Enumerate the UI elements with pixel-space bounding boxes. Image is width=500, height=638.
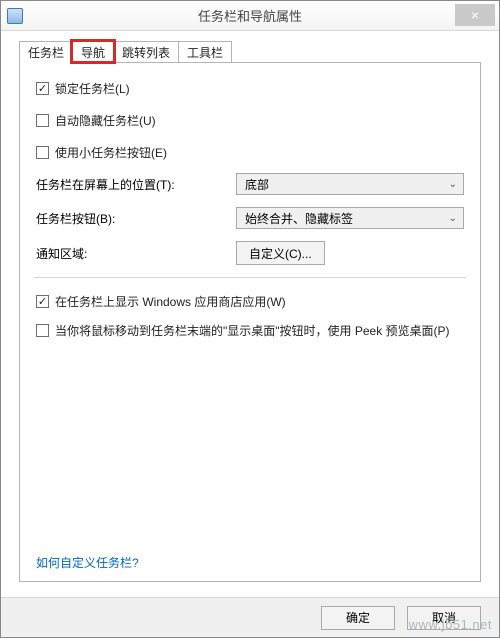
- checkbox-row-lock[interactable]: 锁定任务栏(L): [36, 77, 464, 99]
- checkbox-autohide[interactable]: [36, 114, 49, 127]
- titlebar: 任务栏和导航属性 ×: [1, 1, 499, 31]
- checkbox-peek[interactable]: [36, 324, 49, 337]
- window-title: 任务栏和导航属性: [1, 6, 499, 25]
- checkbox-label: 自动隐藏任务栏(U): [55, 112, 156, 129]
- chevron-down-icon: ⌄: [449, 179, 457, 190]
- divider: [34, 277, 466, 278]
- checkbox-showstore[interactable]: [36, 295, 49, 308]
- chevron-down-icon: ⌄: [449, 213, 457, 224]
- buttons-label: 任务栏按钮(B):: [36, 210, 236, 227]
- tab-label: 工具栏: [187, 46, 223, 60]
- checkbox-label: 使用小任务栏按钮(E): [55, 144, 167, 161]
- tab-taskbar[interactable]: 任务栏: [19, 41, 73, 64]
- ok-button[interactable]: 确定: [321, 606, 395, 630]
- close-button[interactable]: ×: [455, 4, 495, 26]
- checkbox-lock[interactable]: [36, 82, 49, 95]
- tab-label: 导航: [81, 46, 105, 60]
- button-label: 自定义(C)...: [249, 245, 312, 262]
- select-value: 底部: [245, 176, 269, 193]
- tab-toolbar[interactable]: 工具栏: [178, 41, 232, 62]
- select-value: 始终合并、隐藏标签: [245, 210, 353, 227]
- checkbox-row-showstore[interactable]: 在任务栏上显示 Windows 应用商店应用(W): [36, 290, 464, 312]
- customize-button[interactable]: 自定义(C)...: [236, 241, 325, 265]
- checkbox-small[interactable]: [36, 146, 49, 159]
- position-select[interactable]: 底部 ⌄: [236, 173, 464, 195]
- checkbox-row-autohide[interactable]: 自动隐藏任务栏(U): [36, 109, 464, 131]
- close-icon: ×: [471, 7, 479, 23]
- help-link[interactable]: 如何自定义任务栏?: [36, 554, 139, 571]
- buttons-row: 任务栏按钮(B): 始终合并、隐藏标签 ⌄: [36, 207, 464, 229]
- tab-label: 任务栏: [28, 46, 64, 60]
- notifyarea-label: 通知区域:: [36, 245, 236, 262]
- notifyarea-row: 通知区域: 自定义(C)...: [36, 241, 464, 265]
- button-label: 确定: [346, 609, 370, 626]
- tab-panel-taskbar: 锁定任务栏(L) 自动隐藏任务栏(U) 使用小任务栏按钮(E) 任务栏在屏幕上的…: [19, 62, 481, 582]
- tab-navigation[interactable]: 导航: [72, 41, 114, 62]
- checkbox-row-small[interactable]: 使用小任务栏按钮(E): [36, 141, 464, 163]
- checkbox-row-peek[interactable]: 当你将鼠标移动到任务栏末端的"显示桌面"按钮时，使用 Peek 预览桌面(P): [36, 322, 464, 344]
- checkbox-label: 当你将鼠标移动到任务栏末端的"显示桌面"按钮时，使用 Peek 预览桌面(P): [55, 322, 464, 339]
- watermark: www.jb51.net: [409, 617, 492, 632]
- checkbox-label: 锁定任务栏(L): [55, 80, 130, 97]
- buttons-select[interactable]: 始终合并、隐藏标签 ⌄: [236, 207, 464, 229]
- tab-strip: 任务栏 导航 跳转列表 工具栏: [19, 41, 481, 63]
- checkbox-label: 在任务栏上显示 Windows 应用商店应用(W): [55, 293, 286, 310]
- position-row: 任务栏在屏幕上的位置(T): 底部 ⌄: [36, 173, 464, 195]
- content-area: 任务栏 导航 跳转列表 工具栏 锁定任务栏(L) 自动隐藏任务栏(U) 使用小任…: [1, 31, 499, 597]
- position-label: 任务栏在屏幕上的位置(T):: [36, 176, 236, 193]
- tab-jumplist[interactable]: 跳转列表: [113, 41, 179, 62]
- tab-label: 跳转列表: [122, 46, 170, 60]
